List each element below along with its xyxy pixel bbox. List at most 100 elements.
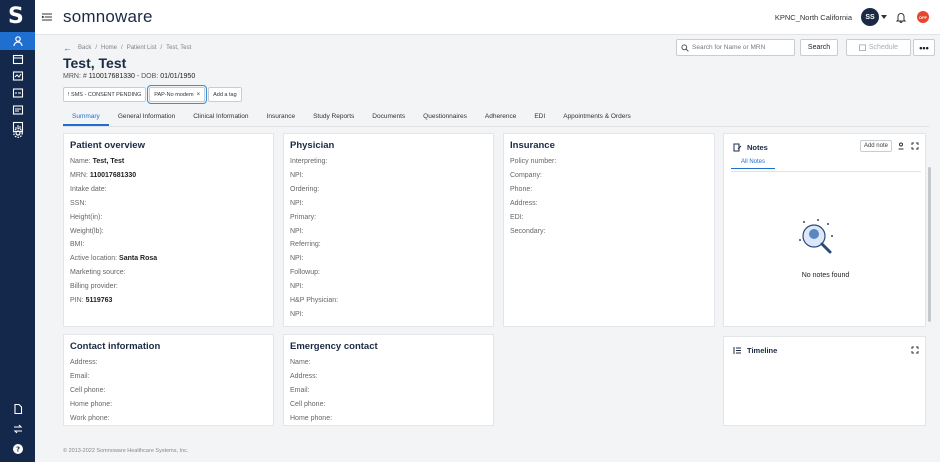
tab-appointments-orders[interactable]: Appointments & Orders [554,110,640,126]
patient-search[interactable] [676,39,795,56]
insurance-row: Address: [510,199,538,207]
schedule-button[interactable]: Schedule [846,39,911,56]
calendar-nav-icon[interactable] [0,50,35,68]
studies-nav-icon[interactable] [0,67,35,85]
tab-clinical-information[interactable]: Clinical Information [184,110,257,126]
emergency-rows: Name: Address: Email: Cell phone: Home p… [290,356,332,426]
contact-card: Contact information Address: Email: Cell… [63,334,274,426]
expand-icon[interactable] [911,346,919,354]
bell-icon[interactable] [895,11,907,23]
physician-rows: Interpreting: NPI: Ordering: NPI: Primar… [290,155,338,322]
tag-list: ! SMS - CONSENT PENDING PAP-No modem × Ad… [63,85,242,104]
switch-nav-icon[interactable] [0,420,35,438]
physician-row: NPI: [290,171,304,179]
patient-id-line: MRN: # 110017681330 - DOB: 01/01/1950 [63,73,196,80]
tab-study-reports[interactable]: Study Reports [304,110,363,126]
organization-name[interactable]: KPNC_North California [775,13,852,22]
footer-copyright: © 2013-2022 Somnoware Healthcare Systems… [63,448,189,454]
app-logo-icon[interactable]: S [8,6,24,28]
breadcrumb-current: Test, Test [166,45,192,51]
svg-text:?: ? [15,446,19,454]
note-edit-icon [733,143,742,152]
main-content: ← Back / Home / Patient List / Test, Test T… [35,35,940,462]
search-input[interactable] [692,44,792,51]
physician-row: Interpreting: [290,158,328,165]
avatar[interactable]: SS [861,8,879,26]
insurance-row: Company: [510,171,542,179]
emergency-row: Cell phone: [290,400,326,408]
add-tag-button[interactable]: Add a tag [208,87,242,102]
document-nav-icon[interactable] [0,400,35,418]
add-note-button[interactable]: Add note [859,140,892,152]
help-nav-icon[interactable]: ? [0,440,35,458]
insurance-row: EDI: [510,213,524,221]
status-badge[interactable]: OFF [917,11,929,23]
contact-rows: Address: Email: Cell phone: Home phone: … [70,356,112,426]
contact-row: Email: [70,372,90,380]
card-title: Patient overview [70,140,145,151]
card-title: Insurance [510,140,555,151]
overview-row: Intake date: [70,185,107,193]
physician-row: Followup: [290,269,320,277]
expand-icon[interactable] [911,142,919,150]
calendar-icon [858,44,866,51]
insurance-row: Phone: [510,185,533,193]
emergency-row: Name: [290,359,311,366]
devices-nav-icon[interactable] [0,84,35,102]
contact-row: Cell phone: [70,386,106,394]
breadcrumb-patient-list[interactable]: Patient List [127,45,157,51]
card-title: Contact information [70,341,161,352]
insurance-rows: Policy number: Company: Phone: Address: … [510,155,556,238]
overview-row: Active location: Santa Rosa [70,255,158,263]
notes-tabs-divider [731,171,921,172]
empty-notes-message: No notes found [801,272,850,279]
search-button[interactable]: Search [800,39,838,56]
overview-row: Height(in): [70,213,103,221]
page-scrollbar[interactable] [928,167,931,322]
left-rail: S ? [0,0,35,462]
top-bar: somnoware KPNC_North California SS OFF [35,0,940,35]
timeline-header: Timeline [733,346,777,355]
emergency-row: Home phone: [290,414,333,422]
tab-all-notes[interactable]: All Notes [731,159,775,169]
overview-row: PIN: 5119763 [70,297,113,305]
tab-edi[interactable]: EDI [525,110,554,126]
tag-sms-consent[interactable]: ! SMS - CONSENT PENDING [63,87,147,102]
emergency-contact-card: Emergency contact Name: Address: Email: … [283,334,494,426]
remove-tag-icon[interactable]: × [197,92,201,98]
timeline-icon [733,347,741,354]
physician-row: Ordering: [290,185,320,193]
patients-nav-icon[interactable] [0,32,35,50]
tab-adherence[interactable]: Adherence [476,110,525,126]
notes-header: Notes [733,143,768,152]
brand-name: somnoware [63,7,153,26]
back-arrow-icon[interactable]: ← [63,43,72,53]
breadcrumb-home[interactable]: Home [101,45,117,51]
menu-toggle-icon[interactable] [41,11,53,23]
notes-card: Notes Add note All Notes No notes found [723,133,926,327]
tab-insurance[interactable]: Insurance [258,110,305,126]
physician-card: Physician Interpreting: NPI: Ordering: N… [283,133,494,327]
user-menu-chevron-icon[interactable] [881,15,887,19]
tab-general-information[interactable]: General Information [109,110,184,126]
overview-row: Billing provider: [70,283,118,291]
settings-nav-icon[interactable] [0,124,35,142]
physician-row: Primary: [290,213,317,221]
insurance-row: Secondary: [510,227,546,235]
tab-questionnaires[interactable]: Questionnaires [414,110,476,126]
patient-tabs: Summary General Information Clinical Inf… [63,110,640,126]
physician-row: NPI: [290,199,304,207]
timeline-card: Timeline [723,336,926,426]
pin-icon[interactable] [897,142,905,150]
patient-overview-card: Patient overview Name: Test, Test MRN: 1… [63,133,274,327]
contact-row: Address: [70,359,98,366]
tag-pap-no-modem[interactable]: PAP-No modem × [147,85,208,104]
tab-documents[interactable]: Documents [363,110,414,126]
overview-row: BMI: [70,241,85,249]
card-title: Emergency contact [290,341,378,352]
tab-summary[interactable]: Summary [63,110,109,126]
contact-row: Work phone: [70,414,110,422]
more-options-button[interactable]: ••• [913,39,935,56]
breadcrumb-back[interactable]: Back [78,45,91,51]
dme-nav-icon[interactable] [0,101,35,119]
